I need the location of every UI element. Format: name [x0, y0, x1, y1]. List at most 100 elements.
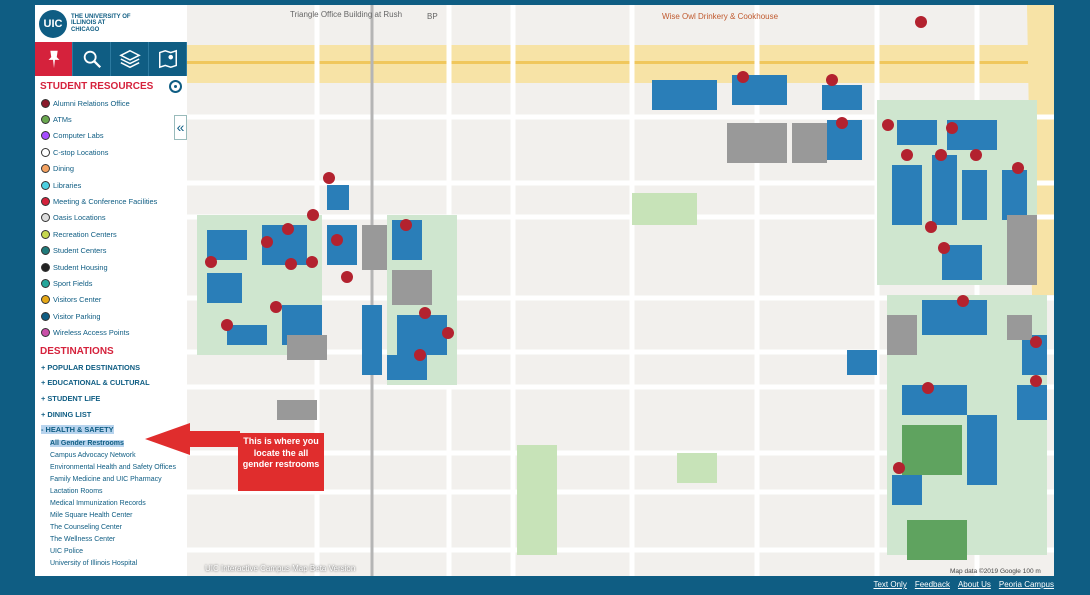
resource-label: Alumni Relations Office	[53, 98, 130, 108]
callout-arrow	[145, 423, 190, 455]
search-icon	[83, 50, 101, 69]
search-tool-button[interactable]	[73, 42, 111, 76]
resource-label: Computer Labs	[53, 131, 104, 141]
resource-icon	[41, 147, 50, 157]
resource-item[interactable]: Visitor Parking	[35, 308, 187, 324]
resource-icon	[41, 295, 50, 305]
footer-links: Text Only Feedback About Us Peoria Campu…	[873, 580, 1054, 589]
sub-item-label: Lactation Rooms	[50, 487, 103, 495]
health-item[interactable]: UIC Police	[35, 546, 187, 558]
resource-label: Recreation Centers	[53, 229, 117, 239]
feedback-link[interactable]: Feedback	[915, 580, 950, 589]
resource-icon	[41, 131, 50, 141]
destination-category-dining[interactable]: + DINING LIST	[35, 407, 187, 423]
health-item[interactable]: Environmental Health and Safety Offices	[35, 462, 187, 474]
toolbar	[35, 42, 187, 76]
park	[632, 193, 697, 225]
resource-label: Meeting & Conference Facilities	[53, 197, 158, 207]
resource-icon	[41, 311, 50, 321]
resource-icon	[41, 213, 50, 223]
health-item[interactable]: University of Illinois Hospital	[35, 558, 187, 570]
student-resources-list: Alumni Relations Office ATMs Computer La…	[35, 95, 187, 341]
resource-icon	[41, 328, 50, 338]
resource-item[interactable]: Student Centers	[35, 243, 187, 259]
resource-icon	[41, 246, 50, 256]
resource-item[interactable]: Libraries	[35, 177, 187, 193]
resource-icon	[41, 115, 50, 125]
sub-item-label: Family Medicine and UIC Pharmacy	[50, 475, 162, 483]
category-label: + STUDENT LIFE	[41, 394, 101, 404]
resource-label: Libraries	[53, 180, 82, 190]
map-label-triangle: Triangle Office Building at Rush	[290, 10, 402, 19]
map-label-bp: BP	[427, 12, 438, 21]
park	[677, 453, 717, 483]
category-label: + POPULAR DESTINATIONS	[41, 362, 141, 372]
resource-icon	[41, 197, 50, 207]
resource-item[interactable]: Computer Labs	[35, 128, 187, 144]
resource-label: C-stop Locations	[53, 147, 109, 157]
resource-item[interactable]: Sport Fields	[35, 275, 187, 291]
callout-arrow-shaft	[188, 431, 240, 447]
callout-note: This is where you locate the all gender …	[238, 433, 324, 491]
resource-item[interactable]: Dining	[35, 161, 187, 177]
resource-label: Wireless Access Points	[53, 328, 130, 338]
destination-category-student-life[interactable]: + STUDENT LIFE	[35, 391, 187, 407]
sub-item-label: Environmental Health and Safety Offices	[50, 463, 176, 471]
map-label-wise-owl: Wise Owl Drinkery & Cookhouse	[662, 12, 779, 21]
pin-icon	[48, 50, 59, 69]
resource-label: Student Centers	[53, 246, 107, 256]
resource-icon	[41, 278, 50, 288]
health-item[interactable]: Mile Square Health Center	[35, 510, 187, 522]
resource-icon	[41, 164, 50, 174]
resource-item[interactable]: Meeting & Conference Facilities	[35, 193, 187, 209]
resource-item[interactable]: Wireless Access Points	[35, 324, 187, 340]
destinations-heading: DESTINATIONS	[40, 345, 114, 357]
resource-icon	[41, 262, 50, 272]
map-beta-label: UIC Interactive Campus Map Beta Version	[205, 564, 356, 573]
sport-field	[902, 425, 962, 475]
collapse-sidebar-button[interactable]: «	[174, 115, 187, 140]
resource-item[interactable]: Visitors Center	[35, 292, 187, 308]
sub-item-label: UIC Police	[50, 547, 84, 555]
resource-item[interactable]: ATMs	[35, 111, 187, 127]
map-credit: Map data ©2019 Google 100 m	[950, 568, 1041, 575]
category-label: + EDUCATIONAL & CULTURAL	[41, 378, 150, 388]
logo-wordmark: THE UNIVERSITY OF ILLINOIS AT CHICAGO	[71, 13, 131, 33]
health-item[interactable]: Lactation Rooms	[35, 486, 187, 498]
resource-label: Visitor Parking	[53, 311, 101, 321]
health-item[interactable]: The Wellness Center	[35, 534, 187, 546]
health-item[interactable]: The Counseling Center	[35, 522, 187, 534]
sub-item-label: All Gender Restrooms	[50, 439, 124, 447]
sub-item-label: Mile Square Health Center	[50, 511, 133, 519]
pin-tool-button[interactable]	[35, 42, 73, 76]
resource-item[interactable]: Oasis Locations	[35, 210, 187, 226]
resource-item[interactable]: Student Housing	[35, 259, 187, 275]
health-item[interactable]: Medical Immunization Records	[35, 498, 187, 510]
resource-label: Oasis Locations	[53, 213, 106, 223]
student-resources-title: STUDENT RESOURCES	[40, 81, 154, 92]
resource-label: Visitors Center	[53, 295, 102, 305]
sub-item-label: Campus Advocacy Network	[50, 451, 136, 459]
sub-item-label: Medical Immunization Records	[50, 499, 146, 507]
resource-label: Dining	[53, 164, 74, 174]
peoria-campus-link[interactable]: Peoria Campus	[999, 580, 1054, 589]
destination-category-educational[interactable]: + EDUCATIONAL & CULTURAL	[35, 375, 187, 391]
layers-icon	[118, 49, 141, 69]
sub-item-label: The Wellness Center	[50, 535, 116, 543]
logo-mark: UIC	[39, 9, 67, 38]
resource-label: Student Housing	[53, 262, 108, 272]
map-icon	[158, 49, 177, 69]
resource-item[interactable]: Recreation Centers	[35, 226, 187, 242]
resource-label: Sport Fields	[53, 278, 93, 288]
reset-icon[interactable]	[169, 80, 182, 93]
resource-item[interactable]: C-stop Locations	[35, 144, 187, 160]
logo[interactable]: UIC THE UNIVERSITY OF ILLINOIS AT CHICAG…	[35, 5, 187, 42]
resource-label: ATMs	[53, 115, 72, 125]
health-item[interactable]: Family Medicine and UIC Pharmacy	[35, 474, 187, 486]
text-only-link[interactable]: Text Only	[873, 580, 906, 589]
about-us-link[interactable]: About Us	[958, 580, 991, 589]
map-tool-button[interactable]	[149, 42, 187, 76]
layers-tool-button[interactable]	[111, 42, 149, 76]
resource-item[interactable]: Alumni Relations Office	[35, 95, 187, 111]
destination-category-popular[interactable]: + POPULAR DESTINATIONS	[35, 360, 187, 376]
